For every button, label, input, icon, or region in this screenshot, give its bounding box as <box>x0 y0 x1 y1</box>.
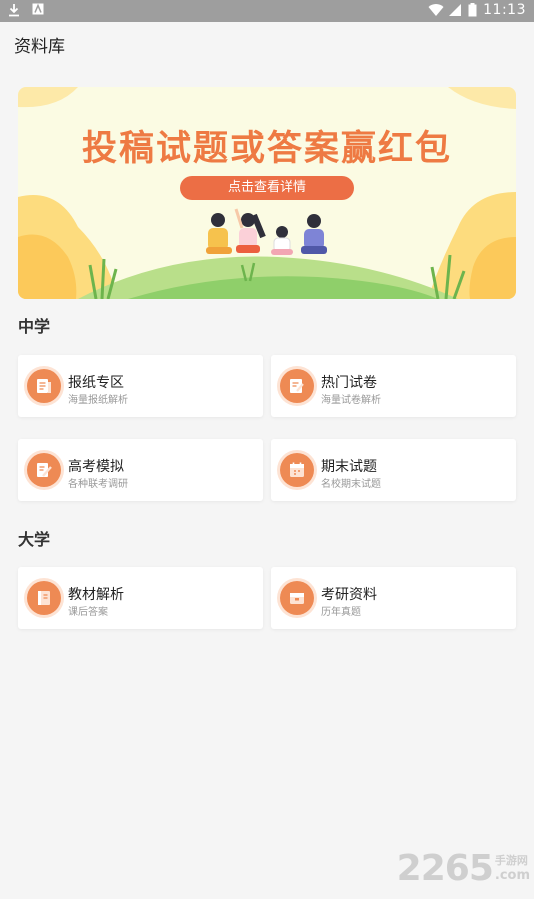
app-bar: 资料库 <box>0 22 534 64</box>
signal-icon <box>448 3 462 17</box>
watermark-brand: 手游网 <box>494 854 528 867</box>
folder-box-icon <box>280 581 314 615</box>
card-subtitle: 海量试卷解析 <box>321 395 381 406</box>
promo-banner[interactable]: 投稿试题或答案赢红包 点击查看详情 <box>18 87 516 299</box>
card-newspaper-zone[interactable]: 报纸专区 海量报纸解析 <box>18 355 263 417</box>
site-watermark: 2265 手游网 .com <box>397 848 530 889</box>
battery-icon <box>468 3 477 17</box>
status-time: 11:13 <box>483 2 526 18</box>
card-final-exams[interactable]: 期末试题 名校期末试题 <box>271 439 516 501</box>
card-title: 热门试卷 <box>321 375 377 391</box>
watermark-number: 2265 <box>396 848 494 889</box>
card-title: 报纸专区 <box>68 375 124 391</box>
status-bar: 11:13 <box>0 0 534 22</box>
card-title: 教材解析 <box>68 587 124 603</box>
page-title: 资料库 <box>14 37 65 57</box>
download-icon <box>8 3 22 17</box>
card-textbook-analysis[interactable]: 教材解析 课后答案 <box>18 567 263 629</box>
section-title-university: 大学 <box>18 530 51 549</box>
pen-document-icon <box>27 453 61 487</box>
calendar-icon <box>280 453 314 487</box>
section-title-middle-school: 中学 <box>18 317 51 336</box>
card-subtitle: 历年真题 <box>321 607 361 618</box>
app-notification-icon <box>32 3 46 17</box>
card-title: 考研资料 <box>321 587 377 603</box>
watermark-domain: .com <box>494 868 530 883</box>
exam-paper-icon <box>280 369 314 403</box>
wifi-icon <box>428 3 444 17</box>
card-title: 高考模拟 <box>68 459 124 475</box>
card-popular-exams[interactable]: 热门试卷 海量试卷解析 <box>271 355 516 417</box>
card-subtitle: 名校期末试题 <box>321 479 381 490</box>
card-subtitle: 海量报纸解析 <box>68 395 128 406</box>
card-gaokao-mock[interactable]: 高考模拟 各种联考调研 <box>18 439 263 501</box>
view-details-button[interactable]: 点击查看详情 <box>180 176 354 200</box>
card-subtitle: 各种联考调研 <box>68 479 128 490</box>
textbook-icon <box>27 581 61 615</box>
banner-headline: 投稿试题或答案赢红包 <box>81 129 452 169</box>
newspaper-icon <box>27 369 61 403</box>
card-title: 期末试题 <box>321 459 377 475</box>
card-postgrad-materials[interactable]: 考研资料 历年真题 <box>271 567 516 629</box>
card-subtitle: 课后答案 <box>68 607 108 618</box>
